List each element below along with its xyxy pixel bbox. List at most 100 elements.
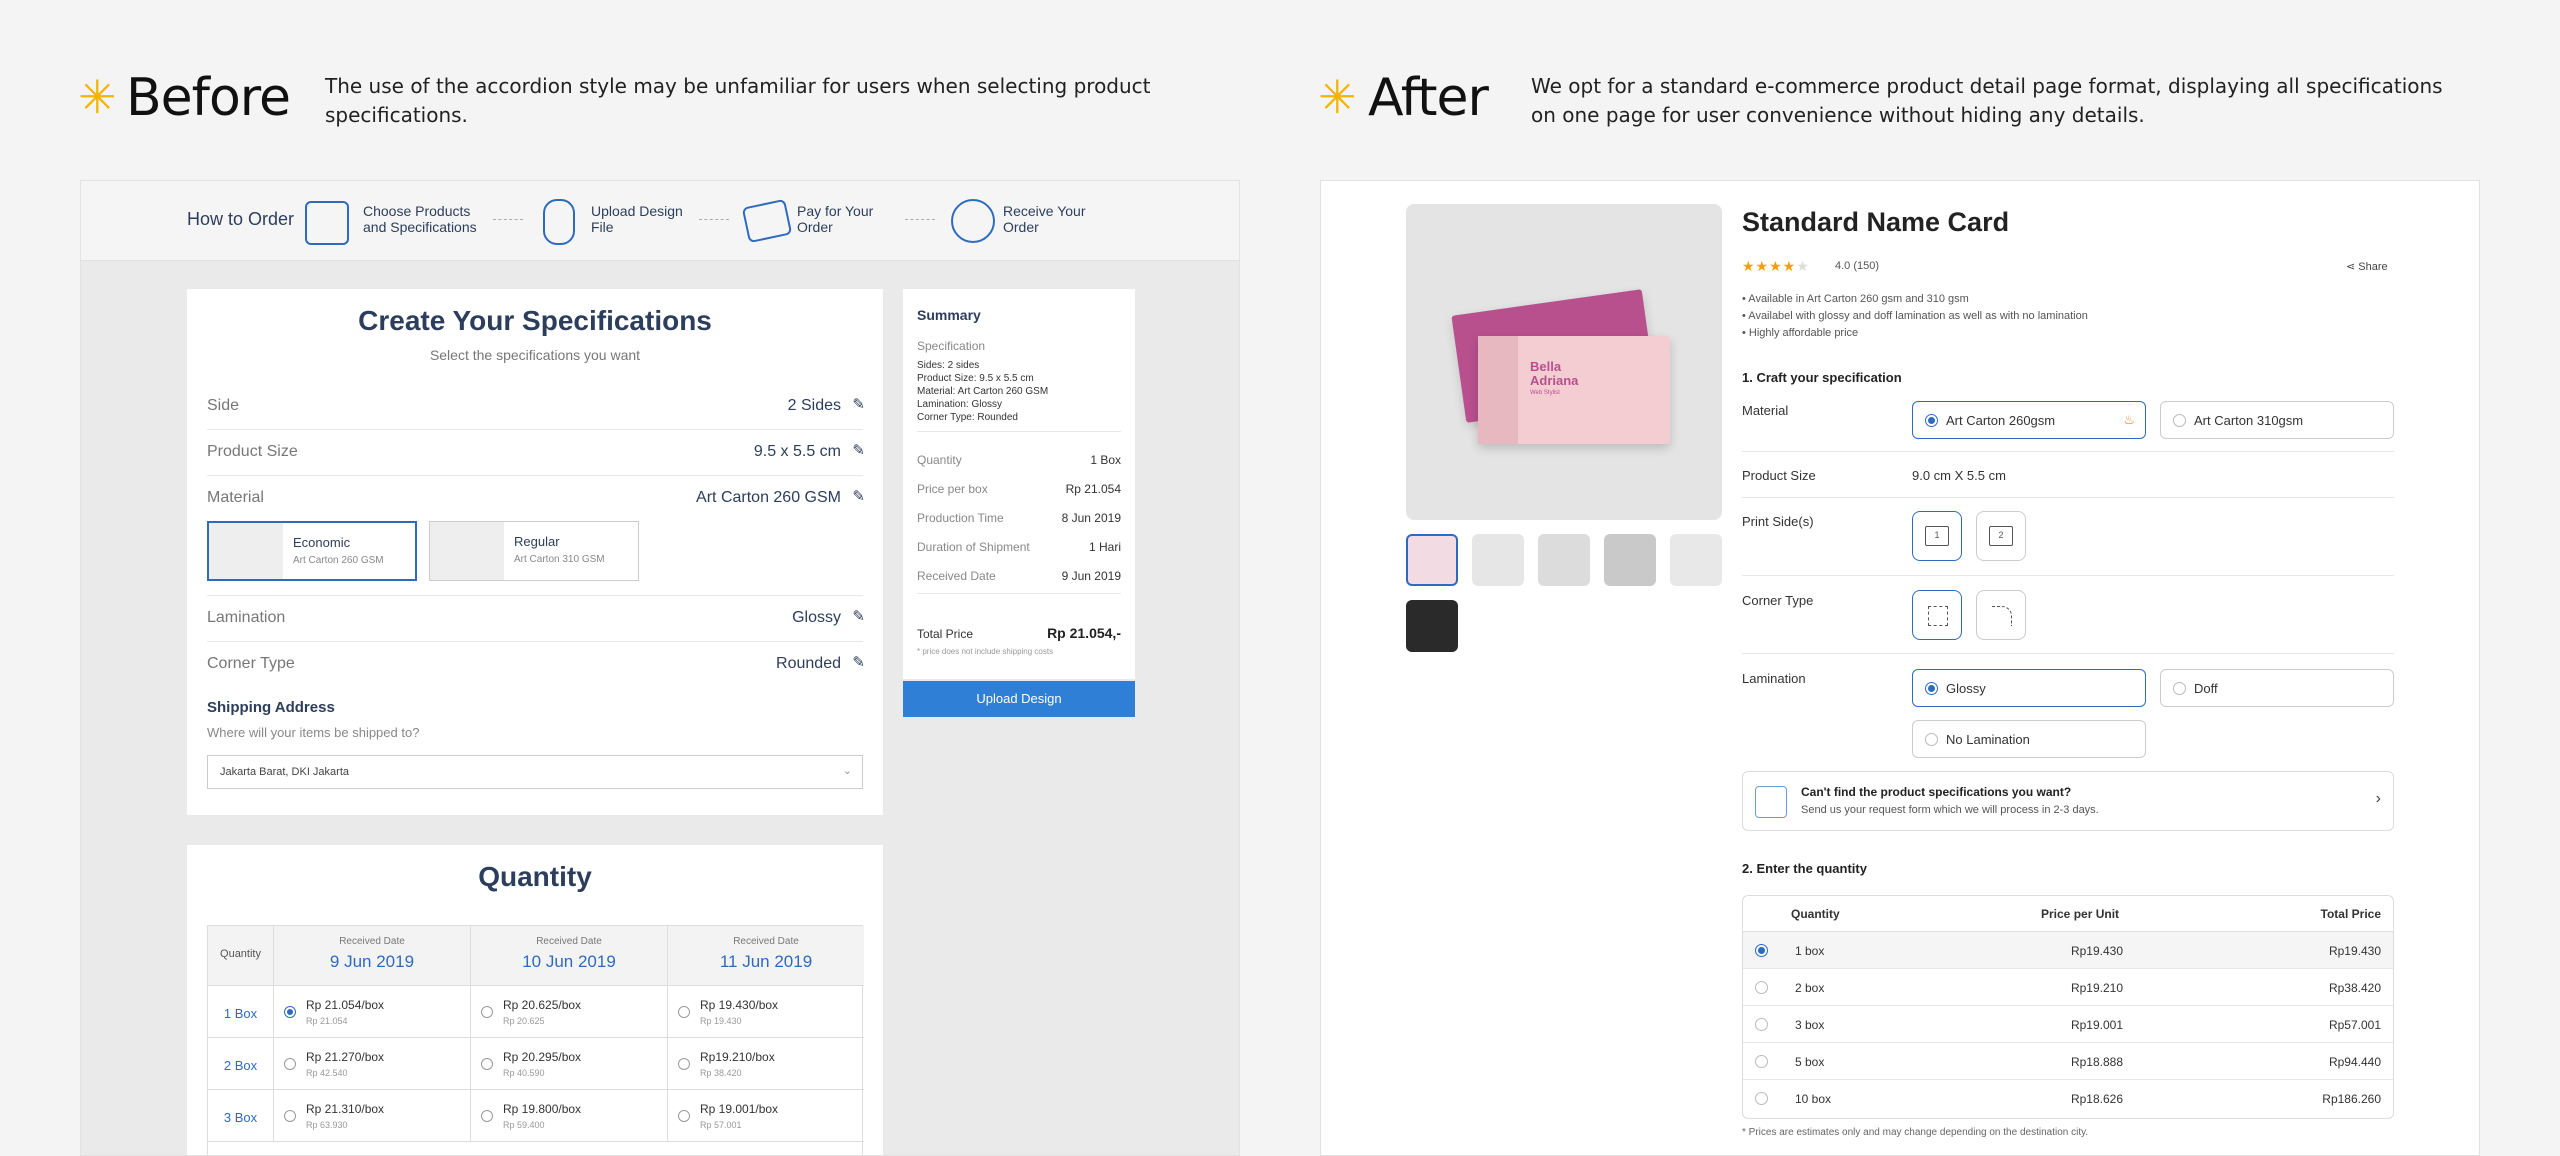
step-label: Upload Design File bbox=[591, 203, 683, 235]
summary-card: Summary Specification Sides: 2 sides Pro… bbox=[903, 289, 1135, 679]
radio-button[interactable] bbox=[1755, 1018, 1768, 1031]
fire-icon: ♨ bbox=[2123, 412, 2135, 427]
radio-button[interactable] bbox=[1925, 682, 1938, 695]
material-option-economic[interactable]: Economic Art Carton 260 GSM bbox=[207, 521, 417, 581]
table-row[interactable]: 2 box Rp19.210 Rp38.420 bbox=[1743, 969, 2393, 1006]
shipping-select[interactable]: Jakarta Barat, DKI Jakarta ⌄ bbox=[207, 755, 863, 789]
print-two-side-option[interactable]: 2 bbox=[1976, 511, 2026, 561]
radio-button[interactable] bbox=[481, 1110, 493, 1122]
summary-quantity-value: 1 Box bbox=[1090, 453, 1121, 467]
summary-spec-label: Specification bbox=[917, 339, 986, 353]
radio-button[interactable] bbox=[481, 1006, 493, 1018]
two-side-icon: 2 bbox=[1989, 526, 2013, 546]
square-corner-icon bbox=[1928, 606, 1948, 626]
upload-design-button[interactable]: Upload Design bbox=[903, 681, 1135, 717]
price-option[interactable]: Rp 21.310/box Rp 63.930 bbox=[274, 1090, 471, 1142]
price-option[interactable]: Rp 20.625/box Rp 20.625 bbox=[471, 986, 668, 1038]
lamination-option[interactable]: No Lamination bbox=[1912, 720, 2146, 758]
table-row: 1 Box bbox=[208, 986, 274, 1038]
quantity-title: Quantity bbox=[478, 861, 592, 892]
thumbnail[interactable] bbox=[1604, 534, 1656, 586]
arrow-icon bbox=[493, 219, 523, 220]
quantity-col-header: Quantity bbox=[220, 948, 261, 960]
material-option-regular[interactable]: Regular Art Carton 310 GSM bbox=[429, 521, 639, 581]
radio-button[interactable] bbox=[2173, 414, 2186, 427]
price-option[interactable]: Rp 21.054/box Rp 21.054 bbox=[274, 986, 471, 1038]
radio-button[interactable] bbox=[284, 1058, 296, 1070]
before-heading: Before bbox=[126, 68, 291, 128]
radio-button[interactable] bbox=[284, 1110, 296, 1122]
product-title: Standard Name Card bbox=[1742, 207, 2010, 237]
radio-button[interactable] bbox=[678, 1006, 690, 1018]
divider bbox=[207, 595, 863, 596]
table-row[interactable]: 5 box Rp18.888 Rp94.440 bbox=[1743, 1043, 2393, 1080]
material-option[interactable]: Art Carton 260gsm ♨ bbox=[1912, 401, 2146, 439]
radio-button[interactable] bbox=[678, 1110, 690, 1122]
edit-icon[interactable]: ✎ bbox=[852, 441, 865, 459]
radio-button[interactable] bbox=[1755, 1055, 1768, 1068]
product-size-value: 9.0 cm X 5.5 cm bbox=[1912, 468, 2006, 483]
table-row[interactable]: 1 box Rp19.430 Rp19.430 bbox=[1743, 932, 2393, 969]
rating-stars: ★★★★★ bbox=[1742, 258, 1810, 274]
price-option[interactable]: Rp 19.800/box Rp 59.400 bbox=[471, 1090, 668, 1142]
edit-icon[interactable]: ✎ bbox=[852, 487, 865, 505]
price-option[interactable]: Rp 20.295/box Rp 40.590 bbox=[471, 1038, 668, 1090]
material-label: Material bbox=[1742, 403, 1789, 418]
radio-button[interactable] bbox=[1755, 1092, 1768, 1105]
radio-button[interactable] bbox=[2173, 682, 2186, 695]
product-size-value: 9.5 x 5.5 cm bbox=[753, 443, 841, 460]
edit-icon[interactable]: ✎ bbox=[852, 607, 865, 625]
summary-production-label: Production Time bbox=[917, 511, 1004, 525]
step-label: Choose Products and Specifications bbox=[363, 203, 477, 235]
thumbnail[interactable] bbox=[1670, 534, 1722, 586]
radio-button[interactable] bbox=[481, 1058, 493, 1070]
summary-received-value: 9 Jun 2019 bbox=[1061, 569, 1121, 583]
print-one-side-option[interactable]: 1 bbox=[1912, 511, 1962, 561]
quantity-price-table: Quantity Price per Unit Total Price 1 bo… bbox=[1742, 895, 2394, 1119]
summary-price-label: Price per box bbox=[917, 482, 988, 496]
radio-button[interactable] bbox=[1925, 414, 1938, 427]
summary-shipment-label: Duration of Shipment bbox=[917, 540, 1030, 554]
section-spec-title: 1. Craft your specification bbox=[1742, 370, 1902, 385]
received-date: 10 Jun 2019 bbox=[522, 952, 616, 971]
price-option[interactable]: Rp 21.270/box Rp 42.540 bbox=[274, 1038, 471, 1090]
corner-rounded-option[interactable] bbox=[1976, 590, 2026, 640]
request-form-banner[interactable]: Can't find the product specifications yo… bbox=[1742, 771, 2394, 831]
radio-button[interactable] bbox=[284, 1006, 296, 1018]
radio-button[interactable] bbox=[678, 1058, 690, 1070]
divider bbox=[207, 429, 863, 430]
summary-spec-list: Sides: 2 sides Product Size: 9.5 x 5.5 c… bbox=[917, 360, 1049, 423]
credit-card-icon bbox=[741, 198, 793, 244]
edit-icon[interactable]: ✎ bbox=[852, 395, 865, 413]
price-option[interactable]: Rp19.210/box Rp 38.420 bbox=[668, 1038, 864, 1090]
radio-button[interactable] bbox=[1755, 944, 1768, 957]
table-row[interactable]: 3 box Rp19.001 Rp57.001 bbox=[1743, 1006, 2393, 1043]
how-to-order-label: How to Order bbox=[187, 209, 295, 229]
corner-square-option[interactable] bbox=[1912, 590, 1962, 640]
card-front-image: Bella Adriana Web Stylist bbox=[1478, 336, 1670, 444]
thumbnail[interactable] bbox=[1406, 534, 1458, 586]
product-size-label: Product Size bbox=[1742, 468, 1816, 483]
price-option[interactable]: Rp 19.430/box Rp 19.430 bbox=[668, 986, 864, 1038]
quantity-table: Quantity Received Date 9 Jun 2019 Receiv… bbox=[207, 925, 864, 1155]
shipping-subtitle: Where will your items be shipped to? bbox=[207, 725, 420, 740]
table-row: 3 Box bbox=[208, 1090, 274, 1142]
thumbnail[interactable] bbox=[1538, 534, 1590, 586]
table-row[interactable]: 10 box Rp18.626 Rp186.260 bbox=[1743, 1080, 2393, 1118]
lamination-label: Lamination bbox=[1742, 671, 1806, 686]
radio-button[interactable] bbox=[1925, 733, 1938, 746]
lamination-option[interactable]: Glossy bbox=[1912, 669, 2146, 707]
sparkle-icon: ✳ bbox=[1318, 71, 1357, 123]
thumbnail[interactable] bbox=[1472, 534, 1524, 586]
thumbnail[interactable] bbox=[1406, 600, 1458, 652]
material-option[interactable]: Art Carton 310gsm bbox=[2160, 401, 2394, 439]
summary-note: * price does not include shipping costs bbox=[917, 647, 1054, 656]
chevron-right-icon: › bbox=[2375, 790, 2381, 807]
radio-button[interactable] bbox=[1755, 981, 1768, 994]
price-option[interactable]: Rp 19.001/box Rp 57.001 bbox=[668, 1090, 864, 1142]
edit-icon[interactable]: ✎ bbox=[852, 653, 865, 671]
section-quantity-title: 2. Enter the quantity bbox=[1742, 861, 1867, 876]
share-button[interactable]: ⋖ Share bbox=[2346, 260, 2388, 273]
received-date: 9 Jun 2019 bbox=[329, 952, 415, 971]
lamination-option[interactable]: Doff bbox=[2160, 669, 2394, 707]
